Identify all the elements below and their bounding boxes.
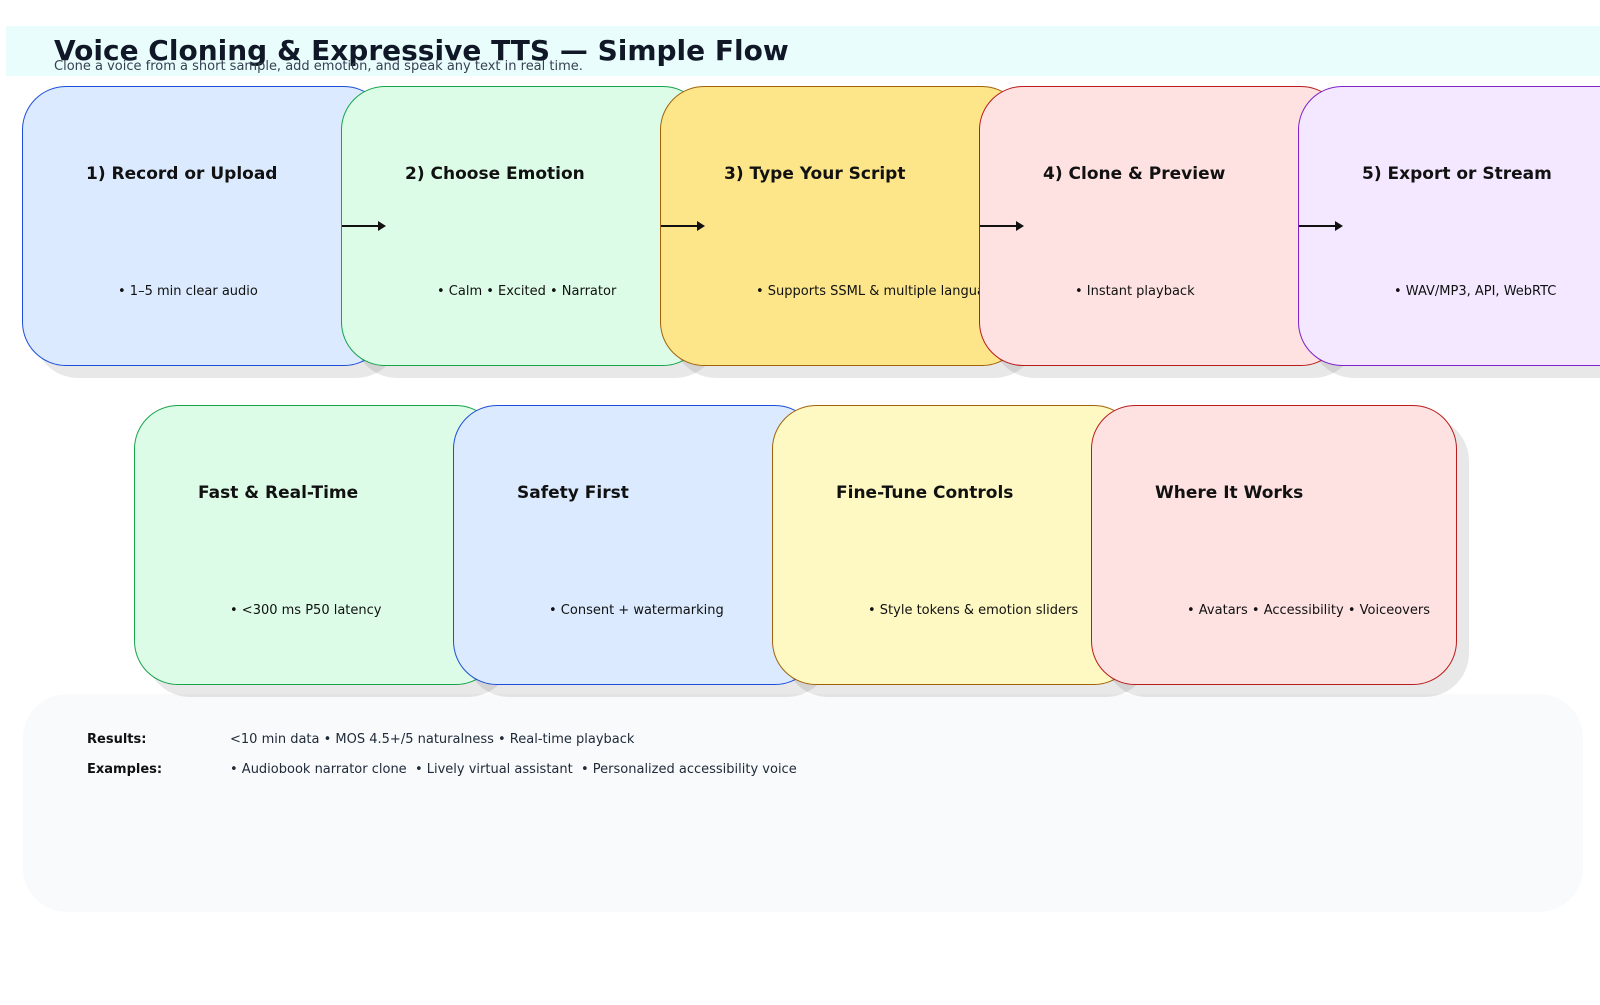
step-bullet: • WAV/MP3, API, WebRTC [1394,284,1557,299]
examples-label: Examples: [87,762,163,777]
feature-title: Where It Works [1155,483,1304,503]
flow-arrow [980,221,1024,231]
step-bullet: • 1–5 min clear audio [118,284,258,299]
step-card-record: 1) Record or Upload • 1–5 min clear audi… [22,86,388,366]
feature-bullet: • Style tokens & emotion sliders [868,603,1079,618]
step-card-emotion: 2) Choose Emotion • Calm • Excited • Nar… [341,86,707,366]
flow-arrow [661,221,705,231]
feature-bullet: • <300 ms P50 latency [230,603,382,618]
step-card-clone: 4) Clone & Preview • Instant playback [979,86,1345,366]
step-bullet: • Instant playback [1075,284,1195,299]
feature-card-safety: Safety First • Consent + watermarking [453,405,819,685]
step-title: 3) Type Your Script [724,164,906,184]
step-title: 1) Record or Upload [86,164,278,184]
feature-bullet: • Avatars • Accessibility • Voiceovers [1187,603,1430,618]
step-bullet: • Supports SSML & multiple languages [756,284,1008,299]
flow-arrow [342,221,386,231]
feature-title: Safety First [517,483,629,503]
results-text: <10 min data • MOS 4.5+/5 naturalness • … [230,732,635,747]
step-card-script: 3) Type Your Script • Supports SSML & mu… [660,86,1026,366]
feature-title: Fast & Real-Time [198,483,359,503]
step-title: 2) Choose Emotion [405,164,585,184]
feature-title: Fine-Tune Controls [836,483,1014,503]
page-subtitle: Clone a voice from a short sample, add e… [54,59,583,74]
examples-text: • Audiobook narrator clone • Lively virt… [230,762,797,777]
flow-arrow [1299,221,1343,231]
step-title: 4) Clone & Preview [1043,164,1226,184]
results-label: Results: [87,732,147,747]
results-panel: Results: <10 min data • MOS 4.5+/5 natur… [23,694,1583,912]
feature-card-where: Where It Works • Avatars • Accessibility… [1091,405,1457,685]
feature-card-finetune: Fine-Tune Controls • Style tokens & emot… [772,405,1138,685]
step-bullet: • Calm • Excited • Narrator [437,284,617,299]
feature-bullet: • Consent + watermarking [549,603,724,618]
step-title: 5) Export or Stream [1362,164,1552,184]
feature-card-fast: Fast & Real-Time • <300 ms P50 latency [134,405,500,685]
step-card-export: 5) Export or Stream • WAV/MP3, API, WebR… [1298,86,1600,366]
